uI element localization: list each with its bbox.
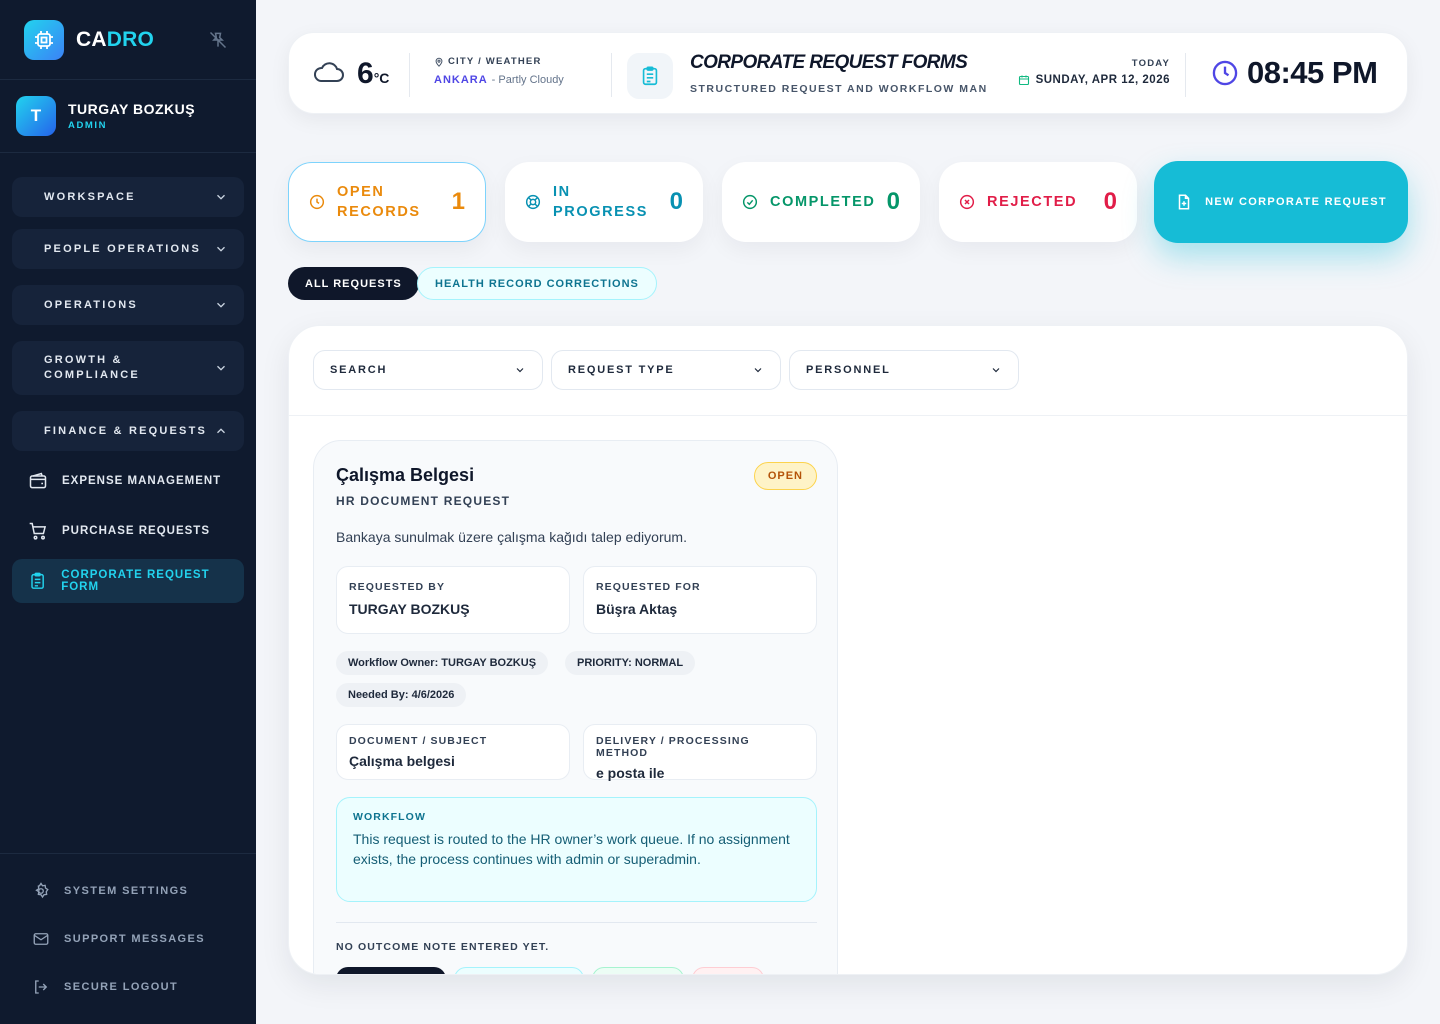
stat-rejected[interactable]: REJECTED 0 <box>939 162 1137 242</box>
lifebuoy-icon <box>525 194 541 210</box>
divider <box>336 922 817 923</box>
chevron-down-icon <box>217 302 225 308</box>
header-bar: 6°C CITY / WEATHER ANKARA - Partly Cloudy… <box>288 32 1408 114</box>
page-icon <box>627 53 673 99</box>
divider <box>0 853 256 854</box>
status-badge: OPEN <box>753 462 817 490</box>
workflow-info: WORKFLOW This request is routed to the H… <box>336 797 817 902</box>
check-circle-icon <box>742 194 758 210</box>
action-button[interactable] <box>336 967 446 974</box>
x-circle-icon <box>959 194 975 210</box>
sidebar-item-purchase-requests[interactable]: PURCHASE REQUESTS <box>12 509 244 553</box>
divider <box>409 53 410 97</box>
nav-group-operations[interactable]: OPERATIONS <box>12 285 244 325</box>
clipboard-icon <box>642 66 658 86</box>
city-weather: ANKARA - Partly Cloudy <box>434 74 564 86</box>
calendar-icon <box>1018 75 1029 86</box>
chevron-down-icon <box>217 194 225 200</box>
stat-open-records[interactable]: OPEN RECORDS 1 <box>288 162 486 242</box>
divider <box>611 53 612 97</box>
sidebar-item-secure-logout[interactable]: SECURE LOGOUT <box>32 978 178 996</box>
divider <box>0 152 256 153</box>
chip-logo-icon <box>24 20 64 60</box>
location-pin-icon <box>435 57 443 67</box>
chevron-down-icon <box>217 246 225 252</box>
tab-all-requests[interactable]: ALL REQUESTS <box>288 267 419 300</box>
request-description: Bankaya sunulmak üzere çalışma kağıdı ta… <box>336 529 687 545</box>
logout-icon <box>35 980 48 994</box>
user-name: TURGAY BOZKUŞ <box>68 101 196 117</box>
new-corporate-request-button[interactable]: NEW CORPORATE REQUEST <box>1154 161 1408 243</box>
page-subtitle: STRUCTURED REQUEST AND WORKFLOW MAN <box>690 83 988 95</box>
document-subject-box: DOCUMENT / SUBJECT Çalışma belgesi <box>336 724 570 780</box>
stat-in-progress[interactable]: IN PROGRESS 0 <box>505 162 703 242</box>
search-filter[interactable]: SEARCH <box>313 350 543 390</box>
avatar: T <box>16 96 56 136</box>
workflow-owner-chip: Workflow Owner: TURGAY BOZKUŞ <box>336 651 549 675</box>
action-button[interactable] <box>692 967 764 974</box>
stat-completed[interactable]: COMPLETED 0 <box>722 162 920 242</box>
stat-value: 0 <box>669 188 683 215</box>
brand-name: CADRO <box>76 28 154 51</box>
gear-icon <box>35 882 49 899</box>
needed-by-chip: Needed By: 4/6/2026 <box>336 683 467 707</box>
file-plus-icon <box>1178 194 1190 210</box>
chevron-down-icon <box>217 365 225 371</box>
user-profile[interactable]: T TURGAY BOZKUŞ ADMIN <box>16 96 195 136</box>
chevron-down-icon <box>754 368 762 373</box>
nav-group-finance-requests[interactable]: FINANCE & REQUESTS <box>12 411 244 451</box>
action-button[interactable] <box>454 967 584 974</box>
chevron-down-icon <box>516 368 524 373</box>
clock-icon <box>309 194 325 210</box>
divider <box>1185 53 1186 97</box>
nav-group-people-operations[interactable]: PEOPLE OPERATIONS <box>12 229 244 269</box>
requested-for-box: REQUESTED FOR Büşra Aktaş <box>583 566 817 634</box>
divider <box>289 415 1407 416</box>
sidebar-item-support-messages[interactable]: SUPPORT MESSAGES <box>32 930 205 948</box>
outcome-note: NO OUTCOME NOTE ENTERED YET. <box>336 941 550 953</box>
clock-icon <box>1212 60 1238 86</box>
stat-value: 0 <box>1103 188 1117 215</box>
cart-icon <box>29 522 47 540</box>
divider <box>0 79 256 80</box>
cloud-icon <box>314 62 344 82</box>
brand[interactable]: CADRO <box>24 20 154 60</box>
priority-chip: PRIORITY: NORMAL <box>565 651 696 675</box>
tab-health-record-corrections[interactable]: HEALTH RECORD CORRECTIONS <box>417 267 657 300</box>
request-card[interactable]: Çalışma Belgesi HR DOCUMENT REQUEST OPEN… <box>313 440 838 974</box>
request-type: HR DOCUMENT REQUEST <box>336 494 511 508</box>
delivery-method-box: DELIVERY / PROCESSING METHOD e posta ile <box>583 724 817 781</box>
city-label: CITY / WEATHER <box>434 56 542 67</box>
stat-value: 1 <box>451 188 465 215</box>
temperature: 6°C <box>357 57 390 90</box>
stat-value: 0 <box>886 188 900 215</box>
personnel-filter[interactable]: PERSONNEL <box>789 350 1019 390</box>
mail-icon <box>33 933 49 945</box>
clipboard-icon <box>31 572 44 589</box>
wallet-icon <box>29 472 47 489</box>
request-type-filter[interactable]: REQUEST TYPE <box>551 350 781 390</box>
requested-by-box: REQUESTED BY TURGAY BOZKUŞ <box>336 566 570 634</box>
action-button[interactable] <box>592 967 684 974</box>
today-date: SUNDAY, APR 12, 2026 <box>1018 74 1170 86</box>
nav-group-workspace[interactable]: WORKSPACE <box>12 177 244 217</box>
chevron-up-icon <box>217 428 225 434</box>
sidebar: CADRO T TURGAY BOZKUŞ ADMIN WORKSPACE PE… <box>0 0 256 1024</box>
sidebar-item-corporate-request-form[interactable]: CORPORATE REQUEST FORM <box>12 559 244 603</box>
sidebar-item-system-settings[interactable]: SYSTEM SETTINGS <box>32 882 188 900</box>
requests-panel: SEARCH REQUEST TYPE PERSONNEL Çalışma Be… <box>288 325 1408 975</box>
clock-time: 08:45 PM <box>1247 55 1378 90</box>
request-title: Çalışma Belgesi <box>336 465 475 485</box>
today-label: TODAY <box>1131 58 1170 69</box>
chevron-down-icon <box>992 368 1000 373</box>
page-title: CORPORATE REQUEST FORMS <box>690 52 968 73</box>
sidebar-item-expense-management[interactable]: EXPENSE MANAGEMENT <box>12 459 244 503</box>
nav-group-growth-compliance[interactable]: GROWTH & COMPLIANCE <box>12 341 244 395</box>
user-role: ADMIN <box>68 120 108 131</box>
unpin-icon[interactable] <box>208 30 228 50</box>
